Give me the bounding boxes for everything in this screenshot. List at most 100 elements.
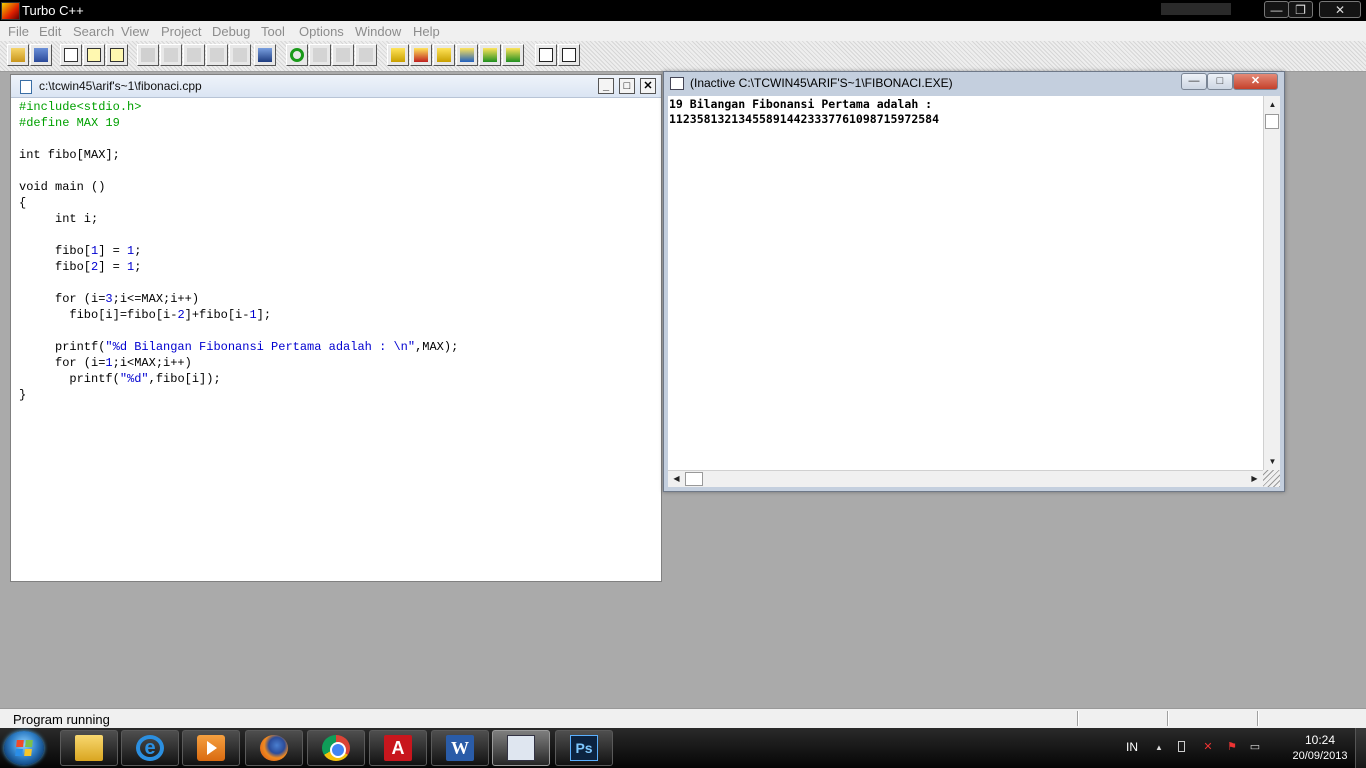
scroll-up-icon[interactable]: ▲ bbox=[1265, 97, 1280, 112]
start-button[interactable] bbox=[4, 731, 44, 765]
undo-button[interactable] bbox=[286, 44, 308, 66]
menu-window[interactable]: Window bbox=[355, 24, 401, 39]
breakpoint-button[interactable] bbox=[502, 44, 524, 66]
volume-muted-icon[interactable]: ✕ bbox=[1202, 741, 1214, 754]
horizontal-scrollbar[interactable]: ◀ ▶ bbox=[668, 470, 1263, 487]
output-maximize-button[interactable]: □ bbox=[1207, 73, 1233, 90]
taskbar-media-player[interactable] bbox=[182, 730, 240, 766]
make-target-button[interactable] bbox=[410, 44, 432, 66]
internet-explorer-icon: e bbox=[136, 735, 164, 761]
code-token: ] = bbox=[98, 244, 128, 258]
save-button[interactable] bbox=[30, 44, 52, 66]
taskbar-word[interactable]: W bbox=[431, 730, 489, 766]
network-icon[interactable]: ▭ bbox=[1249, 741, 1261, 754]
taskbar-internet-explorer[interactable]: e bbox=[121, 730, 179, 766]
taskbar-windows-explorer[interactable] bbox=[60, 730, 118, 766]
step-over-icon bbox=[164, 48, 178, 62]
open-button[interactable] bbox=[7, 44, 29, 66]
vertical-scrollbar[interactable]: ▲ ▼ bbox=[1263, 96, 1280, 470]
firefox-icon bbox=[260, 735, 288, 761]
output-title-bar[interactable]: (Inactive C:\TCWIN45\ARIF'S~1\FIBONACI.E… bbox=[664, 72, 1284, 94]
copy-button[interactable] bbox=[332, 44, 354, 66]
replace-icon bbox=[87, 48, 101, 62]
output-minimize-button[interactable]: — bbox=[1181, 73, 1207, 90]
code-line: void main () bbox=[19, 180, 106, 194]
menu-file[interactable]: File bbox=[8, 24, 29, 39]
paste-button[interactable] bbox=[355, 44, 377, 66]
code-line: } bbox=[19, 388, 27, 402]
vertical-scroll-thumb[interactable] bbox=[1265, 114, 1279, 129]
find-button[interactable] bbox=[60, 44, 82, 66]
console-output[interactable]: 19 Bilangan Fibonansi Pertama adalah : 1… bbox=[668, 96, 1263, 484]
taskbar-photoshop[interactable]: Ps bbox=[555, 730, 613, 766]
run-button[interactable] bbox=[456, 44, 478, 66]
menu-debug[interactable]: Debug bbox=[212, 24, 250, 39]
show-hidden-icons-icon[interactable]: ▲ bbox=[1153, 741, 1165, 754]
show-desktop-button[interactable] bbox=[1355, 728, 1366, 768]
scroll-left-icon[interactable]: ◀ bbox=[669, 471, 684, 486]
taskbar-adobe-reader[interactable]: A bbox=[369, 730, 427, 766]
status-divider bbox=[1167, 711, 1169, 726]
battery-icon[interactable] bbox=[1178, 741, 1185, 752]
message-button[interactable] bbox=[558, 44, 580, 66]
editor-maximize-button[interactable]: □ bbox=[619, 78, 635, 94]
menu-project[interactable]: Project bbox=[161, 24, 201, 39]
console-line: 19 Bilangan Fibonansi Pertama adalah : bbox=[669, 97, 933, 111]
taskbar-chrome[interactable] bbox=[307, 730, 365, 766]
menu-edit[interactable]: Edit bbox=[39, 24, 61, 39]
console-window-icon bbox=[670, 77, 684, 90]
code-token: for (i= bbox=[19, 356, 106, 370]
scroll-down-icon[interactable]: ▼ bbox=[1265, 454, 1280, 469]
code-token: ]; bbox=[256, 308, 272, 322]
run-to-cursor-button[interactable] bbox=[206, 44, 228, 66]
menu-options[interactable]: Options bbox=[299, 24, 344, 39]
clock-date[interactable]: 20/09/2013 bbox=[1280, 750, 1360, 762]
add-watch-button[interactable] bbox=[479, 44, 501, 66]
system-tray: IN ▲ ✕ ⚑ ▭ 10:24 20/09/2013 bbox=[1115, 728, 1366, 768]
menu-tool[interactable]: Tool bbox=[261, 24, 285, 39]
horizontal-scroll-thumb[interactable] bbox=[685, 472, 703, 486]
clock-time[interactable]: 10:24 bbox=[1280, 733, 1360, 747]
code-editor[interactable]: #include<stdio.h> #define MAX 19 int fib… bbox=[19, 99, 458, 403]
inspect-icon bbox=[258, 48, 272, 62]
editor-close-button[interactable]: ✕ bbox=[640, 78, 656, 94]
turbo-cpp-icon bbox=[507, 735, 535, 761]
step-over-button[interactable] bbox=[160, 44, 182, 66]
menu-help[interactable]: Help bbox=[413, 24, 440, 39]
trace-into-button[interactable] bbox=[183, 44, 205, 66]
editor-title-bar[interactable]: c:\tcwin45\arif's~1\fibonaci.cpp _ □ ✕ bbox=[11, 75, 661, 98]
menu-view[interactable]: View bbox=[121, 24, 149, 39]
project-button[interactable] bbox=[535, 44, 557, 66]
trace-into-icon bbox=[187, 48, 201, 62]
app-title-bar: Turbo C++ — ❐ ✕ bbox=[0, 0, 1366, 21]
compile-icon bbox=[391, 48, 405, 62]
taskbar: e A W Ps IN ▲ ✕ ⚑ ▭ 10:24 20/09/2013 bbox=[0, 728, 1366, 768]
turbo-cpp-app-icon[interactable] bbox=[1, 2, 20, 20]
taskbar-turbo-cpp[interactable] bbox=[492, 730, 550, 766]
evaluate-button[interactable] bbox=[229, 44, 251, 66]
minimize-button[interactable]: — bbox=[1264, 1, 1289, 18]
cut-button[interactable] bbox=[309, 44, 331, 66]
taskbar-firefox[interactable] bbox=[245, 730, 303, 766]
scroll-right-icon[interactable]: ▶ bbox=[1247, 471, 1262, 486]
search-again-button[interactable] bbox=[106, 44, 128, 66]
resize-grip[interactable] bbox=[1263, 470, 1280, 487]
code-token: ; bbox=[134, 244, 142, 258]
close-button[interactable]: ✕ bbox=[1319, 1, 1361, 18]
code-line: #include<stdio.h> bbox=[19, 100, 142, 114]
evaluate-icon bbox=[233, 48, 247, 62]
console-line: 1123581321345589144233377610987159725​84 bbox=[669, 112, 940, 126]
editor-window: c:\tcwin45\arif's~1\fibonaci.cpp _ □ ✕ #… bbox=[10, 74, 662, 582]
editor-minimize-button[interactable]: _ bbox=[598, 78, 614, 94]
compile-button[interactable] bbox=[387, 44, 409, 66]
menu-search[interactable]: Search bbox=[73, 24, 114, 39]
language-indicator[interactable]: IN bbox=[1126, 740, 1138, 754]
output-close-button[interactable]: ✕ bbox=[1233, 73, 1278, 90]
maximize-button[interactable]: ❐ bbox=[1288, 1, 1313, 18]
build-button[interactable] bbox=[433, 44, 455, 66]
make-button[interactable] bbox=[137, 44, 159, 66]
inspect-button[interactable] bbox=[254, 44, 276, 66]
action-center-icon[interactable]: ⚑ bbox=[1226, 741, 1238, 754]
replace-button[interactable] bbox=[83, 44, 105, 66]
document-icon bbox=[20, 80, 32, 94]
